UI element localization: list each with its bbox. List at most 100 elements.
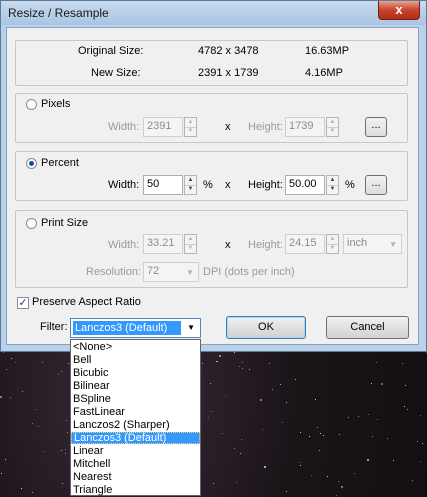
star — [213, 483, 214, 484]
star — [272, 389, 273, 390]
print-width-input[interactable]: 33.21 — [143, 234, 183, 254]
star — [371, 383, 372, 384]
percent-height-input[interactable]: 50.00 — [285, 175, 325, 195]
star — [65, 449, 66, 450]
star — [367, 459, 369, 461]
star — [21, 488, 22, 489]
cancel-button[interactable]: Cancel — [326, 316, 409, 339]
star — [299, 462, 300, 463]
print-size-label: Print Size — [41, 217, 89, 229]
filter-option[interactable]: Linear — [71, 445, 200, 457]
star — [241, 439, 242, 440]
print-x-label: x — [225, 239, 231, 251]
filter-option[interactable]: Mitchell — [71, 458, 200, 470]
filter-option[interactable]: Nearest — [71, 471, 200, 483]
star — [407, 409, 408, 410]
close-button[interactable]: x — [378, 1, 420, 20]
original-size-dims: 4782 x 3478 — [198, 45, 259, 57]
star — [311, 475, 312, 476]
filter-option[interactable]: FastLinear — [71, 406, 200, 418]
star — [67, 432, 68, 433]
filter-option[interactable]: Bell — [71, 354, 200, 366]
preserve-aspect-checkbox[interactable]: ✓ — [17, 297, 29, 309]
percent-height-unit: % — [345, 179, 355, 191]
star — [32, 423, 33, 424]
resolution-value: 72 — [147, 265, 160, 277]
print-width-spinner[interactable]: ▲ ▼ — [184, 234, 197, 254]
filter-select[interactable]: Lanczos3 (Default) ▼ — [70, 318, 201, 338]
pixels-width-label: Width: — [108, 121, 140, 133]
print-unit-value: inch — [347, 237, 368, 249]
star — [240, 453, 241, 454]
resolution-select[interactable]: 72 ▼ — [143, 262, 199, 282]
print-size-radio[interactable] — [26, 218, 37, 229]
star — [42, 362, 43, 363]
star — [11, 358, 12, 359]
star — [3, 352, 4, 353]
print-unit-select[interactable]: inch ▼ — [343, 234, 402, 254]
star — [420, 461, 421, 462]
star — [239, 366, 240, 367]
dpi-label: DPI (dots per inch) — [203, 266, 295, 278]
star — [336, 495, 337, 496]
chevron-down-icon: ▼ — [186, 268, 194, 277]
pixels-height-spinner[interactable]: ▲ ▼ — [326, 117, 339, 137]
new-size-label: New Size: — [91, 67, 141, 79]
filter-option-selected[interactable]: Lanczos3 (Default) — [71, 432, 200, 444]
filter-selected-value: Lanczos3 (Default) — [73, 321, 181, 335]
star — [44, 451, 45, 452]
star — [10, 397, 11, 398]
star — [242, 368, 243, 369]
percent-height-spinner[interactable]: ▲ ▼ — [326, 175, 339, 195]
filter-option[interactable]: Triangle — [71, 484, 200, 496]
star — [377, 419, 378, 420]
star — [260, 399, 262, 401]
filter-option[interactable]: BSpline — [71, 393, 200, 405]
star — [368, 414, 369, 415]
pixels-height-input[interactable]: 1739 — [285, 117, 325, 137]
filter-label: Filter: — [40, 321, 68, 333]
star — [234, 352, 235, 353]
percent-width-input[interactable]: 50 — [143, 175, 183, 195]
filter-option[interactable]: Lanczos2 (Sharper) — [71, 419, 200, 431]
print-width-label: Width: — [108, 239, 140, 251]
original-size-label: Original Size: — [78, 45, 144, 57]
percent-radio[interactable] — [26, 158, 37, 169]
star — [242, 362, 243, 363]
percent-height-label: Height: — [248, 179, 283, 191]
star — [211, 411, 212, 412]
star — [320, 433, 321, 434]
star — [381, 383, 383, 385]
star — [323, 435, 324, 436]
pixels-radio[interactable] — [26, 99, 37, 110]
star — [295, 379, 296, 380]
pixels-more-button[interactable]: ... — [365, 117, 387, 137]
star — [68, 363, 69, 364]
star — [0, 396, 2, 398]
filter-option[interactable]: Bilinear — [71, 380, 200, 392]
pixels-x-label: x — [225, 121, 231, 133]
print-height-input[interactable]: 24.15 — [285, 234, 325, 254]
percent-width-label: Width: — [108, 179, 140, 191]
percent-more-button[interactable]: ... — [365, 175, 387, 195]
star — [286, 402, 287, 403]
star — [36, 409, 37, 410]
star — [61, 450, 62, 451]
title-bar[interactable]: Resize / Resample x — [1, 1, 426, 25]
percent-width-spinner[interactable]: ▲ ▼ — [184, 175, 197, 195]
filter-option[interactable]: Bicubic — [71, 367, 200, 379]
filter-dropdown-list: <None> Bell Bicubic Bilinear BSpline Fas… — [70, 339, 201, 496]
pixels-width-spinner[interactable]: ▲ ▼ — [184, 117, 197, 137]
star — [319, 450, 320, 451]
filter-option[interactable]: <None> — [71, 341, 200, 353]
pixels-width-input[interactable]: 2391 — [143, 117, 183, 137]
star — [404, 406, 405, 407]
print-height-spinner[interactable]: ▲ ▼ — [326, 234, 339, 254]
star — [219, 355, 221, 357]
star — [393, 460, 394, 461]
new-size-dims: 2391 x 1739 — [198, 67, 259, 79]
ok-button[interactable]: OK — [226, 316, 306, 339]
star — [269, 363, 270, 364]
star — [236, 482, 237, 483]
star — [405, 385, 406, 386]
